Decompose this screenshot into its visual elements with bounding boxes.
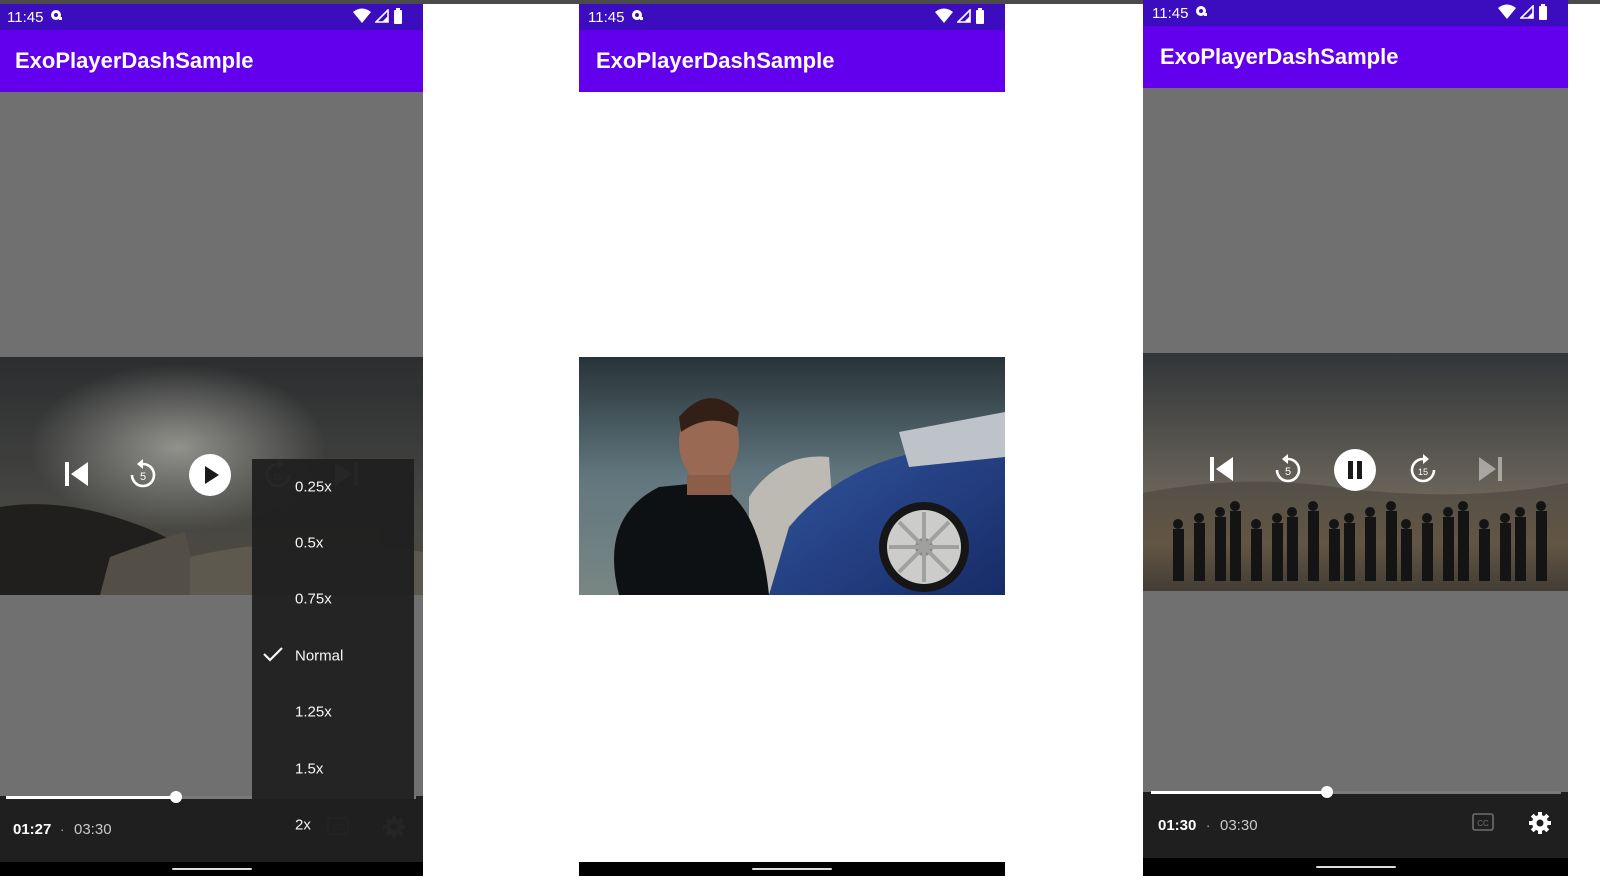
pause-icon (1333, 448, 1377, 497)
captions-button[interactable]: CC (1469, 812, 1497, 836)
navigation-bar (579, 862, 1005, 876)
speed-option-label: 0.5x (295, 534, 324, 552)
status-time: 11:45 (7, 8, 44, 26)
speed-option-1.5x[interactable]: 1.5x (252, 741, 414, 797)
app-bar: ExoPlayerDashSample (0, 30, 423, 92)
forward-15-button[interactable]: 15 (1402, 451, 1444, 493)
status-bar: 11:45 (579, 4, 1005, 30)
seek-bar-thumb[interactable] (1320, 786, 1333, 798)
forward-15-icon: 15 (1406, 453, 1440, 492)
seek-bar-thumb[interactable] (169, 791, 182, 803)
speed-option-2x[interactable]: 2x (252, 797, 414, 853)
wifi-icon (1498, 4, 1516, 24)
notification-icon (49, 8, 63, 26)
notification-icon (630, 8, 644, 26)
home-gesture-handle[interactable] (752, 868, 832, 870)
seek-bar[interactable] (1151, 786, 1561, 798)
app-title: ExoPlayerDashSample (15, 48, 254, 73)
current-time: 01:30 (1158, 817, 1197, 834)
playback-speed-menu: 0.25x 0.5x 0.75x Normal 1.25x 1.5x 2x (252, 459, 414, 853)
app-title: ExoPlayerDashSample (1160, 44, 1399, 69)
video-frame[interactable] (579, 357, 1005, 595)
replay-5-icon: 5 (1271, 453, 1305, 492)
status-time: 11:45 (1152, 4, 1189, 22)
previous-button[interactable] (1201, 451, 1241, 491)
signal-icon (374, 8, 389, 27)
navigation-bar (0, 862, 423, 876)
seek-bar-played (6, 796, 176, 799)
home-gesture-handle[interactable] (1315, 866, 1396, 868)
battery-icon (393, 8, 403, 28)
speed-option-1.25x[interactable]: 1.25x (252, 684, 414, 740)
signal-icon (1519, 4, 1534, 23)
speed-option-label: Normal (295, 647, 344, 665)
speed-option-normal[interactable]: Normal (252, 628, 414, 684)
replay-5-icon: 5 (126, 458, 160, 497)
time-separator: · (60, 822, 65, 837)
play-icon (188, 453, 232, 502)
status-bar: 11:45 (1143, 0, 1568, 26)
svg-text:15: 15 (1418, 467, 1428, 477)
battery-icon (1538, 4, 1548, 24)
previous-button[interactable] (56, 456, 96, 496)
battery-icon (975, 8, 985, 28)
next-icon (1476, 454, 1506, 489)
seek-bar-played (1151, 791, 1327, 794)
checkmark-icon (263, 646, 283, 666)
speed-option-0.75x[interactable]: 0.75x (252, 571, 414, 627)
app-bar: ExoPlayerDashSample (1143, 26, 1568, 88)
previous-icon (1206, 454, 1236, 489)
notification-icon (1194, 4, 1208, 22)
speed-option-label: 2x (295, 816, 311, 834)
signal-icon (956, 8, 971, 27)
speed-option-0.5x[interactable]: 0.5x (252, 515, 414, 571)
phone-screen-1: 11:45 ExoPlayerDashSample 5 01:27 · 03:3… (0, 4, 423, 876)
previous-icon (61, 459, 91, 494)
wifi-icon (353, 8, 371, 28)
speed-option-label: 0.25x (295, 478, 332, 496)
duration: 03:30 (74, 821, 112, 838)
wifi-icon (935, 8, 953, 28)
cc-icon: CC (1472, 812, 1494, 836)
speed-option-label: 0.75x (295, 590, 332, 608)
svg-text:CC: CC (1477, 819, 1489, 828)
svg-text:5: 5 (140, 471, 146, 483)
time-separator: · (1206, 818, 1211, 833)
pause-button[interactable] (1333, 448, 1377, 497)
status-time: 11:45 (588, 8, 625, 26)
svg-text:5: 5 (1285, 466, 1291, 478)
replay-5-button[interactable]: 5 (122, 456, 164, 498)
duration: 03:30 (1220, 817, 1258, 834)
app-title: ExoPlayerDashSample (596, 48, 835, 73)
home-gesture-handle[interactable] (171, 868, 252, 870)
play-button[interactable] (188, 453, 232, 502)
speed-option-label: 1.25x (295, 703, 332, 721)
phone-screen-3: 11:45 ExoPlayerDashSample 5 15 01:30 · 0… (1143, 0, 1568, 876)
status-bar: 11:45 (0, 4, 423, 30)
app-bar: ExoPlayerDashSample (579, 30, 1005, 92)
next-button[interactable] (1472, 451, 1510, 491)
replay-5-button[interactable]: 5 (1267, 451, 1309, 493)
speed-option-label: 1.5x (295, 760, 324, 778)
speed-option-0.25x[interactable]: 0.25x (252, 459, 414, 515)
current-time: 01:27 (13, 821, 52, 838)
navigation-bar (1143, 858, 1568, 876)
settings-button[interactable] (1526, 811, 1554, 839)
phone-screen-2: 11:45 ExoPlayerDashSample (579, 4, 1005, 876)
gear-icon (1528, 811, 1552, 840)
